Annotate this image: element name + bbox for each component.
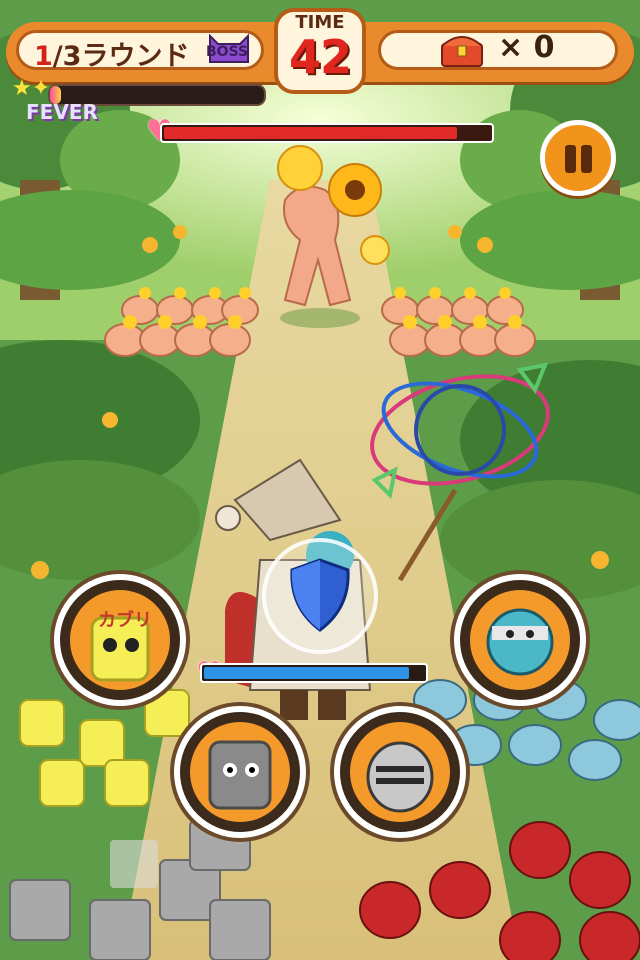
time-value: 42 — [288, 30, 352, 84]
round-counter: 1/3ラウンド — [34, 34, 189, 73]
boss-hp-fill — [164, 127, 458, 139]
golem-portrait — [190, 722, 290, 822]
ninja-portrait — [470, 590, 570, 690]
rock-golem-icon — [208, 740, 272, 810]
ninja-icon — [486, 608, 554, 676]
treasure-chest-icon — [441, 36, 483, 67]
knight-portrait — [350, 722, 450, 822]
skill-button-golem[interactable] — [174, 706, 306, 838]
chick-portrait — [70, 590, 170, 690]
shield-icon — [290, 558, 350, 632]
knight-helmet-icon — [366, 741, 434, 813]
skill-button-knight[interactable] — [334, 706, 466, 838]
chick-monster-icon — [90, 616, 150, 682]
chick-bite-text: カブリ — [98, 610, 152, 631]
skill-button-ninja[interactable] — [454, 574, 586, 706]
round-current: 1 — [34, 41, 53, 72]
fever-stars-icon: ★✦ — [12, 76, 51, 101]
treasure-count: × 0 — [498, 30, 555, 65]
fever-label: FEVER — [26, 100, 98, 124]
skill-button-chick[interactable] — [54, 574, 186, 706]
pause-button[interactable] — [540, 120, 616, 196]
player-hp-fill — [204, 667, 409, 679]
round-rest: /3ラウンド — [52, 41, 190, 72]
shield-button[interactable] — [262, 538, 378, 654]
boss-label: BOSS — [206, 44, 249, 60]
